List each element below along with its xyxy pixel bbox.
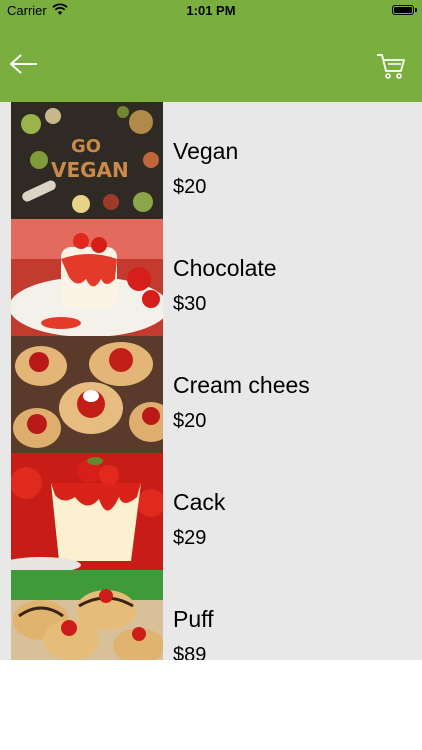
product-price: $20 (173, 410, 207, 432)
vegan-image-text-vegan: VEGAN (51, 158, 129, 182)
cream-chees-image (11, 336, 163, 453)
product-list[interactable]: GO VEGAN Vegan $20 Chocolate $30 Cream c… (0, 102, 422, 660)
product-price: $20 (173, 176, 207, 198)
clock: 1:01 PM (186, 3, 236, 18)
product-price: $29 (173, 527, 207, 549)
product-row-cack[interactable]: Cack $29 (0, 453, 422, 570)
back-arrow-icon[interactable] (8, 52, 40, 76)
product-name: Chocolate (173, 255, 277, 281)
battery-icon (392, 5, 417, 15)
chocolate-image (11, 219, 163, 336)
status-bar: Carrier 1:01 PM (0, 0, 422, 22)
vegan-image: GO VEGAN (11, 102, 163, 219)
product-row-cream-chees[interactable]: Cream chees $20 (0, 336, 422, 453)
product-row-chocolate[interactable]: Chocolate $30 (0, 219, 422, 336)
bottom-area (0, 660, 422, 750)
product-row-puff[interactable]: Puff $89 (0, 570, 422, 660)
puff-image (11, 570, 163, 660)
product-price: $30 (173, 293, 207, 315)
product-name: Puff (173, 606, 214, 632)
product-price: $89 (173, 644, 207, 660)
product-name: Vegan (173, 138, 239, 164)
cack-image (11, 453, 163, 570)
product-name: Cack (173, 489, 226, 515)
navigation-bar (0, 22, 422, 102)
product-row-vegan[interactable]: GO VEGAN Vegan $20 (0, 102, 422, 219)
product-name: Cream chees (173, 372, 310, 398)
cart-icon[interactable] (376, 52, 406, 80)
vegan-image-text-go: GO (71, 136, 101, 157)
